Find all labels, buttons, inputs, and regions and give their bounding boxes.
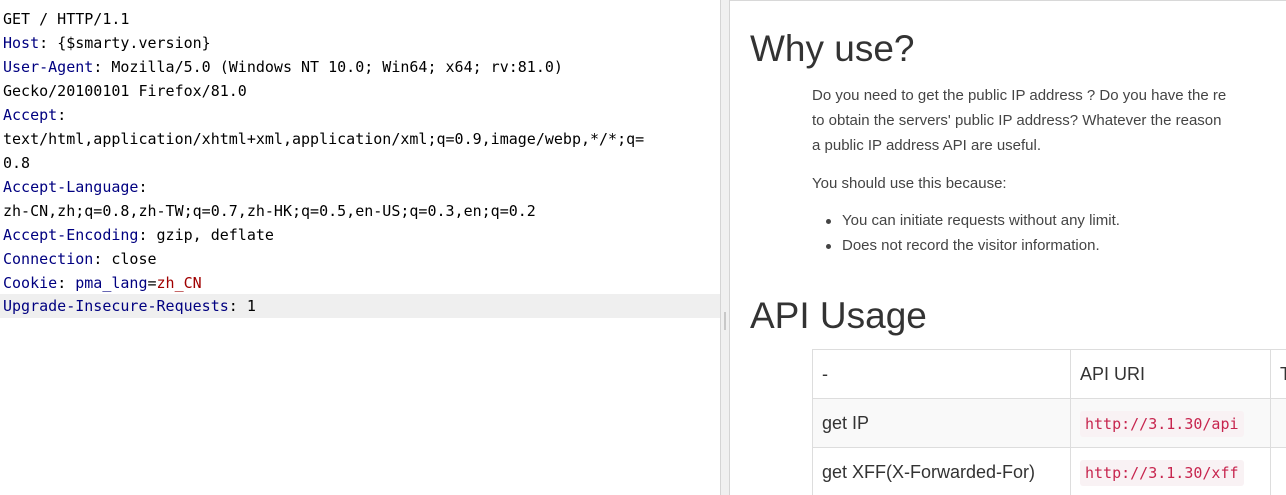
table-header-cell: T [1271, 350, 1286, 398]
app-root: GET / HTTP/1.1 Host: {$smarty.version} U… [0, 0, 1286, 495]
header-value: Gecko/20100101 Firefox/81.0 [3, 82, 247, 100]
header-value: gzip, deflate [156, 226, 274, 244]
header-value: 1 [246, 297, 256, 315]
header-name: Accept [3, 106, 58, 124]
because-text: You should use this because: [812, 175, 1007, 192]
header-connection: Connection: close [3, 250, 157, 268]
header-name: Upgrade-Insecure-Requests [3, 297, 229, 315]
header-name: User-Agent [3, 58, 94, 76]
table-row: get XFF(X-Forwarded-For) http://3.1.30/x… [813, 448, 1286, 495]
header-accept-language-value: zh-CN,zh;q=0.8,zh-TW;q=0.7,zh-HK;q=0.5,e… [3, 199, 536, 223]
api-table: - API URI T get IP http://3.1.30/api get… [812, 349, 1286, 495]
table-cell-uri: http://3.1.30/api [1071, 399, 1271, 447]
header-value: text/html,application/xhtml+xml,applicat… [3, 130, 645, 148]
splitter-grip[interactable] [724, 312, 726, 330]
bullet-dot-icon [826, 244, 831, 249]
header-name: Host [3, 34, 40, 52]
bullet-item: Does not record the visitor information. [826, 236, 1100, 256]
header-value: close [111, 250, 157, 268]
request-line: GET / HTTP/1.1 [3, 7, 129, 31]
xff-uri-code: http://3.1.30/xff [1080, 460, 1244, 486]
table-cell [1271, 399, 1286, 447]
header-upgrade-insecure-requests: Upgrade-Insecure-Requests: 1 [0, 294, 720, 318]
header-accept: Accept: [3, 106, 67, 124]
bullet-item: You can initiate requests without any li… [826, 211, 1120, 231]
pane-splitter[interactable] [720, 0, 730, 495]
header-cookie: Cookie: pma_lang=zh_CN [3, 274, 202, 292]
table-row: get IP http://3.1.30/api [813, 399, 1286, 448]
description-line: Do you need to get the public IP address… [812, 87, 1227, 104]
table-cell-uri: http://3.1.30/xff [1071, 448, 1271, 495]
table-cell-label: get IP [813, 399, 1071, 447]
header-value: Mozilla/5.0 (Windows NT 10.0; Win64; x64… [111, 58, 563, 76]
response-render-pane: Why use? Do you need to get the public I… [730, 0, 1286, 495]
header-accept-value-continued: 0.8 [3, 151, 30, 175]
header-value: 0.8 [3, 154, 31, 172]
table-header-cell: - [813, 350, 1071, 398]
header-name: Accept-Language [3, 178, 139, 196]
table-header-row: - API URI T [813, 350, 1286, 399]
bullet-text: You can initiate requests without any li… [842, 212, 1120, 229]
header-name: Accept-Encoding [3, 226, 139, 244]
table-cell [1271, 448, 1286, 495]
table-cell-label: get XFF(X-Forwarded-For) [813, 448, 1071, 495]
table-header-cell: API URI [1071, 350, 1271, 398]
header-name: Cookie [3, 274, 58, 292]
header-host: Host: {$smarty.version} [3, 34, 211, 52]
header-accept-language: Accept-Language: [3, 178, 148, 196]
description-line: a public IP address API are useful. [812, 137, 1042, 154]
header-accept-encoding: Accept-Encoding: gzip, deflate [3, 226, 274, 244]
api-usage-heading: API Usage [750, 295, 927, 336]
header-value: {$smarty.version} [57, 34, 211, 52]
bullet-dot-icon [826, 219, 831, 224]
bullet-text: Does not record the visitor information. [842, 237, 1100, 254]
header-accept-value: text/html,application/xhtml+xml,applicat… [3, 127, 644, 151]
request-line-text: GET / HTTP/1.1 [3, 10, 130, 28]
header-user-agent-continued: Gecko/20100101 Firefox/81.0 [3, 79, 247, 103]
api-uri-code: http://3.1.30/api [1080, 411, 1244, 437]
request-editor[interactable]: GET / HTTP/1.1 Host: {$smarty.version} U… [0, 0, 720, 495]
cookie-name: pma_lang [75, 274, 148, 292]
header-value: zh-CN,zh;q=0.8,zh-TW;q=0.7,zh-HK;q=0.5,e… [3, 202, 536, 220]
description-line: to obtain the servers' public IP address… [812, 112, 1222, 129]
cookie-value: zh_CN [156, 274, 202, 292]
header-name: Connection [3, 250, 94, 268]
why-use-heading: Why use? [750, 28, 915, 69]
header-user-agent: User-Agent: Mozilla/5.0 (Windows NT 10.0… [3, 58, 563, 76]
